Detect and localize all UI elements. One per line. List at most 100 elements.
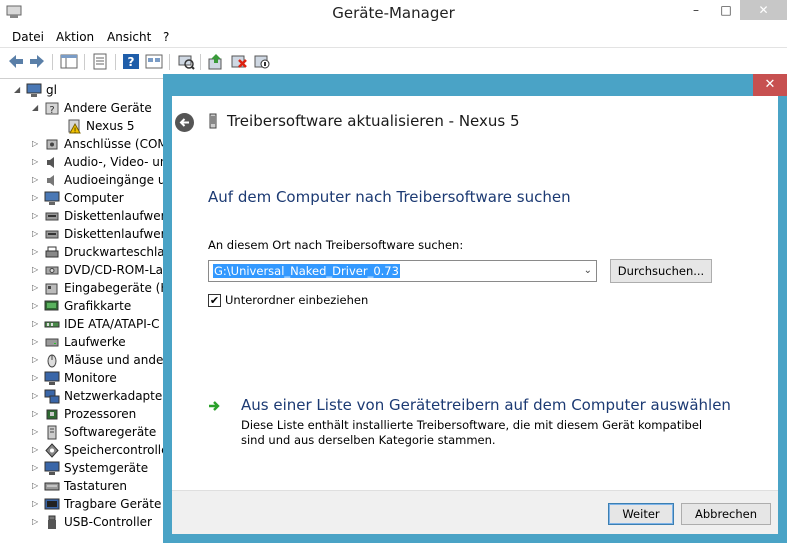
storage-controller-icon	[45, 443, 59, 458]
expand-arrow-icon[interactable]: ▷	[32, 499, 42, 509]
collapse-arrow-icon[interactable]: ◢	[14, 85, 24, 95]
expand-arrow-icon[interactable]: ▷	[32, 247, 42, 257]
monitor-icon	[44, 371, 60, 385]
menu-bar: Datei Aktion Ansicht ?	[0, 27, 787, 48]
update-driver-dialog: ✕ Treibersoftware aktualisieren - Nexus …	[163, 74, 787, 543]
pick-from-list-description: Diese Liste enthält installierte Treiber…	[241, 418, 703, 447]
tree-item-label: Tastaturen	[64, 479, 127, 493]
svg-text:?: ?	[49, 105, 54, 116]
close-button[interactable]: ✕	[740, 0, 787, 20]
expand-arrow-icon[interactable]: ▷	[32, 463, 42, 473]
network-icon	[44, 389, 60, 404]
tree-item-label: Audioeingänge ur	[64, 173, 171, 187]
expand-arrow-icon[interactable]: ▷	[32, 391, 42, 401]
expand-arrow-icon[interactable]: ▷	[32, 445, 42, 455]
expand-arrow-icon[interactable]: ▷	[32, 373, 42, 383]
menu-aktion[interactable]: Aktion	[56, 30, 94, 44]
uninstall-icon[interactable]	[230, 53, 248, 70]
expand-arrow-icon[interactable]: ▷	[32, 175, 42, 185]
cancel-button[interactable]: Abbrechen	[681, 503, 771, 525]
tree-item-label: Diskettenlaufwerk	[64, 209, 173, 223]
expand-arrow-icon[interactable]: ▷	[32, 139, 42, 149]
menu-ansicht[interactable]: Ansicht	[107, 30, 151, 44]
menu-help[interactable]: ?	[163, 30, 169, 44]
forward-icon[interactable]	[28, 53, 46, 70]
back-icon[interactable]	[7, 53, 25, 70]
expand-arrow-icon[interactable]: ▷	[32, 157, 42, 167]
tree-item-label: IDE ATA/ATAPI-C	[64, 317, 160, 331]
expand-arrow-icon[interactable]: ▷	[32, 409, 42, 419]
ide-icon	[44, 321, 60, 328]
path-input-value[interactable]: G:\Universal_Naked_Driver_0.73	[213, 264, 400, 278]
usb-icon	[48, 515, 56, 529]
back-button[interactable]	[175, 113, 194, 132]
unknown-device-icon: ?	[45, 102, 59, 116]
hid-icon	[45, 283, 58, 295]
scan-hardware-icon[interactable]	[177, 53, 195, 70]
dialog-content: Auf dem Computer nach Treibersoftware su…	[172, 146, 778, 490]
printer-icon	[45, 246, 59, 258]
tree-root-label: gl	[46, 83, 57, 97]
expand-arrow-icon[interactable]: ▷	[32, 265, 42, 275]
processor-icon	[46, 409, 58, 420]
portable-device-icon	[44, 498, 60, 510]
maximize-button[interactable]: □	[712, 0, 740, 20]
show-hide-tree-icon[interactable]	[60, 53, 78, 70]
collapse-arrow-icon[interactable]: ◢	[32, 103, 42, 113]
system-device-icon	[44, 461, 60, 475]
expand-arrow-icon[interactable]: ▷	[32, 427, 42, 437]
pick-from-list-link[interactable]: Aus einer Liste von Gerätetreibern auf d…	[241, 396, 731, 414]
tree-item-label: Audio-, Video- un	[64, 155, 168, 169]
next-button[interactable]: Weiter	[608, 503, 674, 525]
svg-text:!: !	[74, 127, 77, 135]
floppy-drive-icon	[45, 212, 59, 221]
keyboard-icon	[44, 482, 60, 491]
tree-item-label: Druckwarteschlan	[64, 245, 173, 259]
dialog-title: Treibersoftware aktualisieren - Nexus 5	[227, 112, 520, 130]
tree-item-label: Grafikkarte	[64, 299, 132, 313]
expand-arrow-icon[interactable]: ▷	[32, 337, 42, 347]
tree-item-label: Eingabegeräte (Hu	[64, 281, 177, 295]
dialog-body: Treibersoftware aktualisieren - Nexus 5 …	[172, 96, 778, 534]
speaker-icon	[47, 175, 54, 186]
minimize-button[interactable]: –	[682, 0, 710, 20]
window-title: Geräte-Manager	[332, 4, 455, 22]
expand-arrow-icon[interactable]: ▷	[32, 211, 42, 221]
expand-arrow-icon[interactable]: ▷	[32, 193, 42, 203]
tree-item-label: DVD/CD-ROM-Lau	[64, 263, 171, 277]
chevron-down-icon[interactable]: ⌄	[584, 265, 592, 276]
update-driver-icon[interactable]	[207, 53, 225, 70]
view-icon[interactable]	[145, 53, 163, 70]
tree-item-label: Netzwerkadapter	[64, 389, 168, 403]
tree-item-label: Tragbare Geräte	[64, 497, 162, 511]
path-label: An diesem Ort nach Treibersoftware suche…	[208, 238, 464, 252]
warning-device-icon: !	[68, 119, 81, 135]
tree-item-label: USB-Controller	[64, 515, 152, 529]
phone-device-icon	[209, 113, 217, 129]
display-adapter-icon	[44, 300, 59, 311]
tree-item-label: Systemgeräte	[64, 461, 149, 475]
expand-arrow-icon[interactable]: ▷	[32, 355, 42, 365]
tree-item-label: Computer	[64, 191, 124, 205]
expand-arrow-icon[interactable]: ▷	[32, 283, 42, 293]
tree-item-label: Diskettenlaufwerk	[64, 227, 173, 241]
browse-button[interactable]: Durchsuchen...	[610, 259, 712, 283]
menu-datei[interactable]: Datei	[12, 30, 44, 44]
software-device-icon	[47, 425, 57, 440]
expand-arrow-icon[interactable]: ▷	[32, 319, 42, 329]
expand-arrow-icon[interactable]: ▷	[32, 301, 42, 311]
expand-arrow-icon[interactable]: ▷	[32, 229, 42, 239]
dialog-footer: Weiter Abbrechen	[172, 490, 778, 534]
checkbox-checked-icon[interactable]: ✔	[208, 294, 221, 307]
expand-arrow-icon[interactable]: ▷	[32, 481, 42, 491]
properties-icon[interactable]	[91, 53, 109, 70]
dialog-close-button[interactable]: ✕	[753, 74, 787, 96]
help-icon[interactable]: ?	[122, 53, 140, 70]
computer-icon	[26, 83, 42, 97]
tree-item-label: Speichercontroller	[64, 443, 174, 457]
tree-item-label: Andere Geräte	[64, 101, 152, 115]
green-arrow-icon	[209, 401, 220, 411]
path-combobox[interactable]: G:\Universal_Naked_Driver_0.73 ⌄	[208, 260, 597, 282]
expand-arrow-icon[interactable]: ▷	[32, 517, 42, 527]
disable-device-icon[interactable]	[253, 53, 271, 70]
